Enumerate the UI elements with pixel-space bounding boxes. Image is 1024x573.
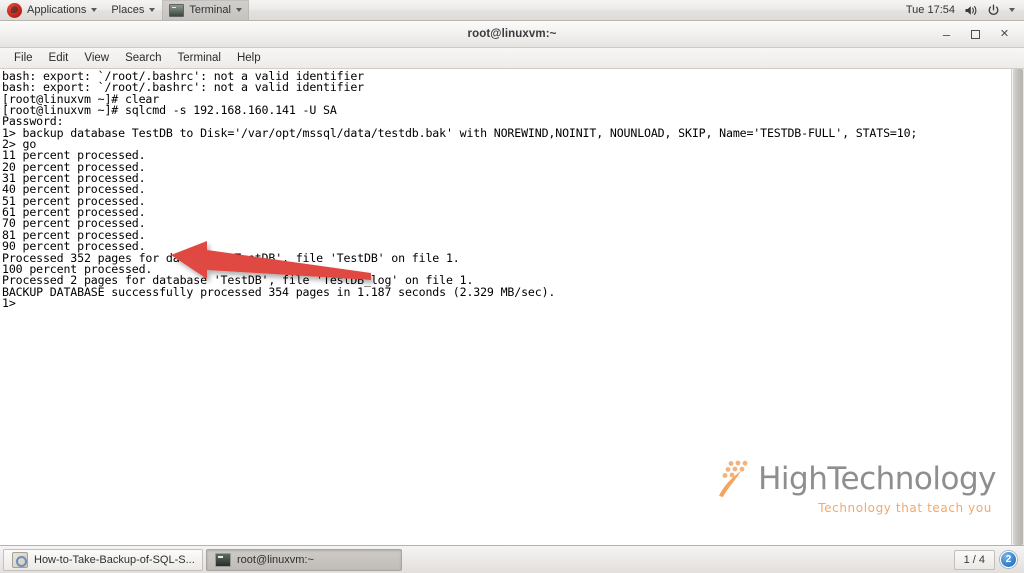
fedora-logo-icon: [7, 2, 22, 18]
menu-terminal[interactable]: Terminal: [170, 50, 229, 66]
terminal-menubar: File Edit View Search Terminal Help: [0, 48, 1024, 69]
close-button[interactable]: ✕: [998, 28, 1011, 41]
minimize-button[interactable]: –: [940, 28, 953, 41]
terminal-line: 20 percent processed.: [2, 159, 146, 174]
top-panel: Applications Places Terminal Tue 17:54: [0, 0, 1024, 21]
terminal-scrollbar[interactable]: [1011, 69, 1024, 545]
terminal-line: BACKUP DATABASE successfully processed 3…: [2, 284, 556, 299]
window-list-taskbar: How-to-Take-Backup-of-SQL-S... root@linu…: [0, 545, 1024, 573]
menu-view[interactable]: View: [76, 50, 117, 66]
chevron-down-icon: [235, 8, 242, 12]
applications-menu[interactable]: Applications: [0, 0, 104, 21]
taskbar-item-terminal[interactable]: root@linuxvm:~: [206, 548, 402, 571]
terminal-line: 1>: [2, 295, 16, 310]
terminal-line: 51 percent processed.: [2, 193, 146, 208]
taskbar-status-area: 1 / 4 2: [953, 549, 1021, 570]
terminal-line: 1> backup database TestDB to Disk='/var/…: [2, 125, 918, 140]
terminal-output[interactable]: bash: export: `/root/.bashrc': not a val…: [0, 69, 1011, 545]
panel-status-area: Tue 17:54: [906, 4, 1024, 17]
menu-file[interactable]: File: [6, 50, 41, 66]
terminal-window: root@linuxvm:~ – ✕ File Edit View Search…: [0, 21, 1024, 545]
chevron-down-icon[interactable]: [1009, 8, 1015, 12]
terminal-icon: [215, 552, 231, 567]
document-icon: [12, 551, 28, 568]
window-controls: – ✕: [940, 21, 1020, 48]
terminal-line: 31 percent processed.: [2, 171, 146, 186]
terminal-line: 2> go: [2, 137, 37, 152]
chevron-down-icon: [149, 8, 156, 12]
taskbar-item-label: How-to-Take-Backup-of-SQL-S...: [34, 553, 195, 566]
chevron-down-icon: [91, 8, 98, 12]
places-menu[interactable]: Places: [104, 0, 162, 21]
terminal-line: 81 percent processed.: [2, 227, 146, 242]
active-window-label: Terminal: [189, 4, 231, 16]
menu-edit[interactable]: Edit: [41, 50, 77, 66]
taskbar-item-document[interactable]: How-to-Take-Backup-of-SQL-S...: [3, 548, 203, 571]
menu-search[interactable]: Search: [117, 50, 169, 66]
places-menu-label: Places: [111, 4, 145, 16]
terminal-line: 40 percent processed.: [2, 182, 146, 197]
terminal-line: 70 percent processed.: [2, 216, 146, 231]
scrollbar-thumb[interactable]: [1013, 69, 1023, 545]
active-window-menu-terminal[interactable]: Terminal: [162, 0, 249, 21]
menu-help[interactable]: Help: [229, 50, 269, 66]
terminal-line: [root@linuxvm ~]# sqlcmd -s 192.168.160.…: [2, 103, 337, 118]
terminal-icon: [169, 3, 185, 17]
desktop-screen: Applications Places Terminal Tue 17:54 r…: [0, 0, 1024, 573]
window-title: root@linuxvm:~: [467, 28, 557, 40]
speaker-icon[interactable]: [964, 4, 978, 17]
terminal-line: 11 percent processed.: [2, 148, 146, 163]
workspace-switcher[interactable]: 1 / 4: [953, 549, 995, 570]
maximize-button[interactable]: [969, 28, 982, 41]
terminal-line: 61 percent processed.: [2, 205, 146, 220]
window-titlebar[interactable]: root@linuxvm:~ – ✕: [0, 21, 1024, 48]
notification-badge[interactable]: 2: [1000, 551, 1017, 568]
taskbar-item-label: root@linuxvm:~: [237, 553, 314, 566]
clock[interactable]: Tue 17:54: [906, 4, 955, 16]
terminal-line: Processed 352 pages for database 'TestDB…: [2, 250, 460, 265]
power-icon[interactable]: [987, 4, 1000, 17]
applications-menu-label: Applications: [27, 4, 87, 16]
terminal-body[interactable]: bash: export: `/root/.bashrc': not a val…: [0, 69, 1024, 545]
